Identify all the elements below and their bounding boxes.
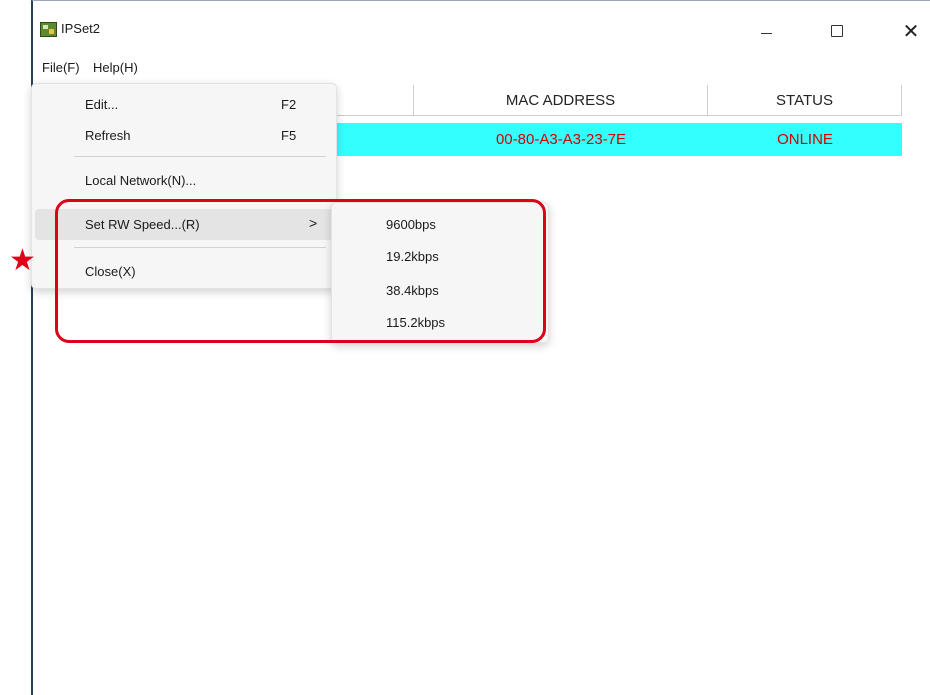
close-icon: ✕ xyxy=(902,20,920,43)
menu-item-label: Edit... xyxy=(85,97,119,112)
menu-item-label: Refresh xyxy=(85,128,131,143)
menu-item-shortcut: F2 xyxy=(281,97,297,112)
status-cell: ONLINE xyxy=(777,131,833,148)
mac-address-cell: 00-80-A3-A3-23-7E xyxy=(495,131,627,148)
star-icon: ★ xyxy=(9,244,36,277)
menu-item-refresh[interactable]: Refresh F5 xyxy=(35,120,333,151)
red-highlight-box xyxy=(55,199,546,343)
menu-item-shortcut: F5 xyxy=(281,128,297,143)
app-icon xyxy=(40,22,57,37)
menu-bar: File(F) Help(H) xyxy=(33,59,930,80)
maximize-icon xyxy=(831,25,843,37)
column-header-mac-address[interactable]: MAC ADDRESS xyxy=(414,85,708,115)
menu-separator xyxy=(74,156,326,157)
maximize-button[interactable] xyxy=(814,11,860,51)
menu-help[interactable]: Help(H) xyxy=(93,60,138,75)
menu-item-local-network[interactable]: Local Network(N)... xyxy=(35,165,333,196)
window-title: IPSet2 xyxy=(61,21,101,36)
minimize-button[interactable] xyxy=(743,11,789,51)
menu-file[interactable]: File(F) xyxy=(40,60,82,75)
column-header-status[interactable]: STATUS xyxy=(708,85,902,115)
close-button[interactable]: ✕ xyxy=(888,11,930,51)
minimize-icon xyxy=(760,32,772,34)
menu-item-label: Local Network(N)... xyxy=(85,173,197,188)
menu-item-edit[interactable]: Edit... F2 xyxy=(35,89,333,120)
title-bar[interactable]: IPSet2 ✕ xyxy=(33,1,930,59)
